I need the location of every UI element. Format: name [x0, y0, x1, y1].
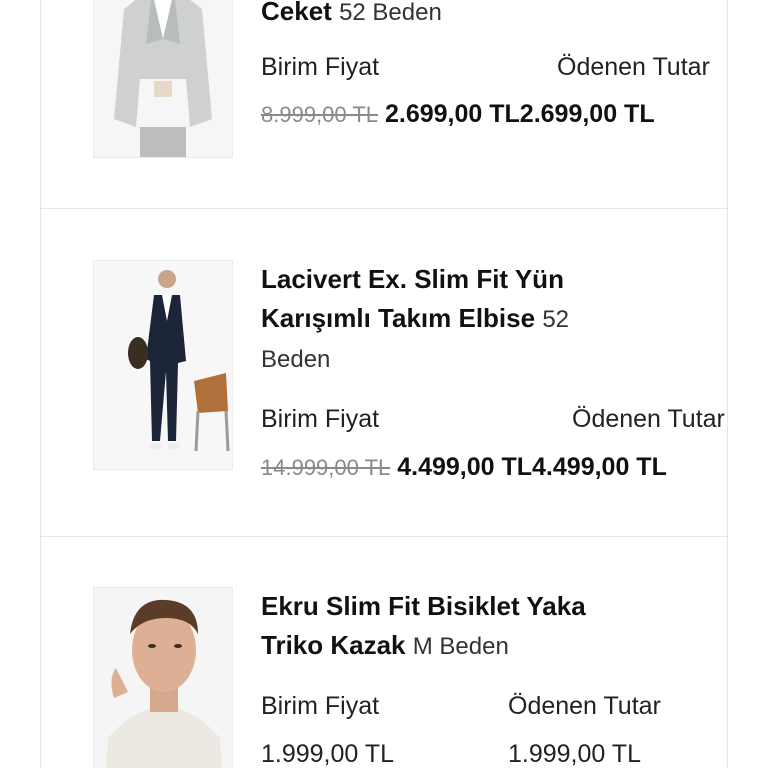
paid-amount-label: Ödenen Tutar: [508, 692, 661, 720]
order-items-list: Ceket 52 Beden Birim Fiyat Ödenen Tutar …: [40, 0, 728, 768]
price-row: 8.999,00 TL 2.699,00 TL2.699,00 TL: [261, 100, 655, 129]
product-image-jacket[interactable]: [93, 0, 233, 158]
product-title[interactable]: Ceket 52 Beden: [261, 0, 641, 32]
order-item: Ekru Slim Fit Bisiklet Yaka Triko Kazak …: [41, 536, 727, 768]
unit-price: 4.499,00 TL: [397, 453, 533, 481]
product-size: 52 Beden: [339, 0, 442, 26]
paid-price: 4.499,00 TL: [532, 453, 667, 481]
product-title[interactable]: Ekru Slim Fit Bisiklet Yaka Triko Kazak …: [261, 587, 641, 666]
product-title-text: Ceket: [261, 0, 332, 26]
order-item: Lacivert Ex. Slim Fit Yün Karışımlı Takı…: [41, 208, 727, 537]
jacket-photo: [94, 0, 232, 157]
sweater-photo: [94, 588, 232, 768]
paid-price: 2.699,00 TL: [519, 100, 655, 128]
unit-price-label: Birim Fiyat: [261, 405, 380, 433]
product-size: M Beden: [412, 633, 509, 660]
unit-price-label: Birim Fiyat: [261, 692, 380, 720]
order-item: Ceket 52 Beden Birim Fiyat Ödenen Tutar …: [41, 0, 727, 209]
product-title[interactable]: Lacivert Ex. Slim Fit Yün Karışımlı Takı…: [261, 260, 641, 379]
unit-price: 2.699,00 TL: [384, 100, 520, 128]
old-price: 14.999,00 TL: [261, 455, 391, 480]
product-image-sweater[interactable]: [93, 587, 233, 768]
product-image-suit[interactable]: [93, 260, 233, 470]
unit-price: 1.999,00 TL: [261, 740, 394, 768]
paid-price: 1.999,00 TL: [508, 740, 641, 768]
product-title-text: Lacivert Ex. Slim Fit Yün Karışımlı Takı…: [261, 264, 564, 333]
old-price: 8.999,00 TL: [261, 102, 379, 127]
paid-amount-label: Ödenen Tutar: [557, 53, 710, 81]
paid-amount-label: Ödenen Tutar: [572, 405, 725, 433]
price-row: 14.999,00 TL 4.499,00 TL4.499,00 TL: [261, 453, 667, 482]
suit-photo: [94, 261, 232, 469]
unit-price-label: Birim Fiyat: [261, 53, 380, 81]
